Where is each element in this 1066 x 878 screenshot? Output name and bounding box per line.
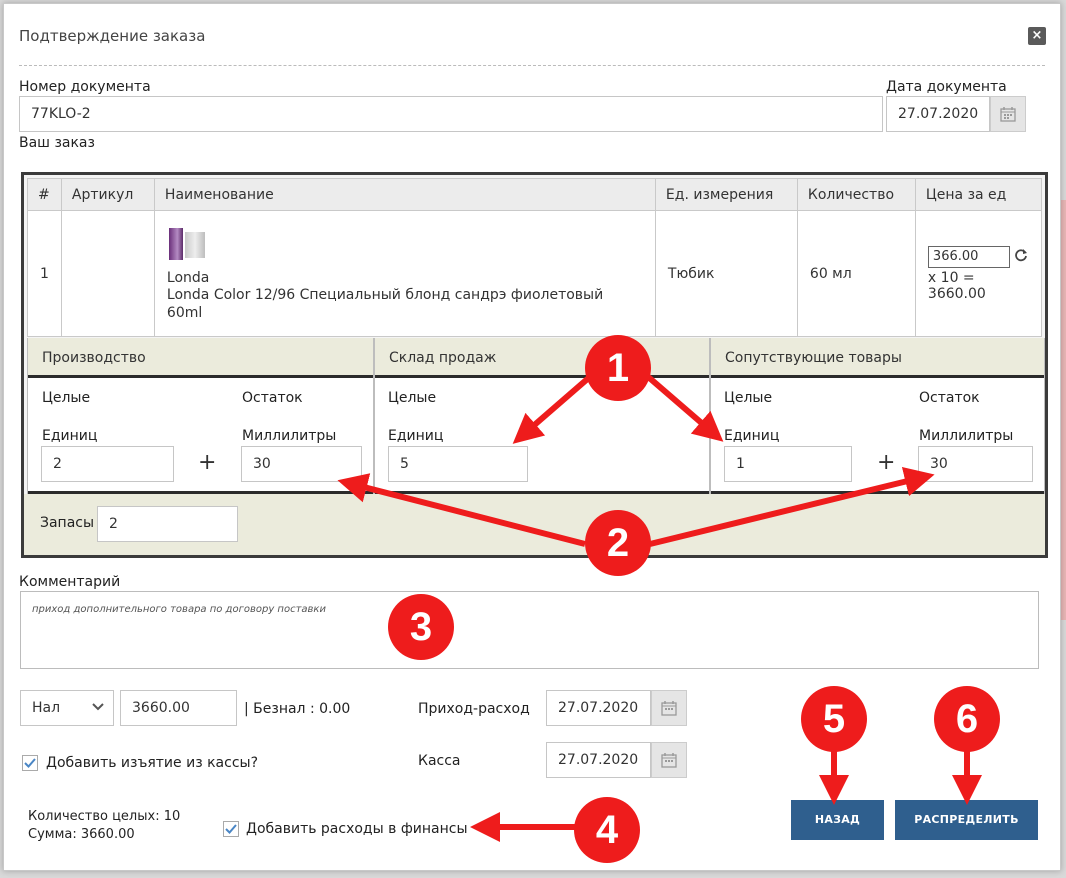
summary-sum: Сумма: 3660.00 (28, 827, 135, 842)
order-box: # Артикул Наименование Ед. измерения Кол… (21, 172, 1048, 558)
checkmark-icon (225, 824, 237, 834)
refresh-icon[interactable] (1014, 247, 1028, 266)
related-rest-label: Остаток (919, 390, 980, 406)
sales-whole-label: Целые (388, 390, 437, 406)
header-quantity: Количество (796, 178, 916, 211)
stock-label: Запасы (40, 515, 95, 531)
sales-units-input[interactable]: 5 (388, 446, 528, 482)
production-rest-label: Остаток (242, 390, 303, 406)
header-name: Наименование (153, 178, 656, 211)
production-units-input[interactable]: 2 (41, 446, 174, 482)
row-quantity: 60 мл (796, 210, 916, 337)
header-article: Артикул (60, 178, 155, 211)
product-image (167, 226, 207, 260)
related-units-label: Единиц (724, 428, 780, 444)
row-unit: Тюбик (654, 210, 798, 337)
production-units-label: Единиц (42, 428, 98, 444)
distribute-button[interactable]: РАСПРЕДЕЛИТЬ (895, 800, 1038, 840)
income-date-input[interactable]: 27.07.2020 (546, 690, 651, 726)
header-unit: Ед. измерения (654, 178, 798, 211)
order-confirmation-dialog: Подтверждение заказа × Номер документа 7… (3, 3, 1061, 871)
production-ml-label: Миллилитры (242, 428, 337, 444)
related-units-input[interactable]: 1 (724, 446, 852, 482)
title-separator (19, 65, 1045, 66)
summary-count: Количество целых: 10 (28, 809, 181, 824)
comment-label: Комментарий (19, 574, 121, 590)
income-label: Приход-расход (418, 701, 530, 717)
row-price-cell: 366.00 x 10 = 3660.00 (914, 210, 1043, 337)
header-price: Цена за ед (914, 178, 1043, 211)
document-number-input[interactable]: 77KLO-2 (19, 96, 883, 132)
related-ml-label: Миллилитры (919, 428, 1014, 444)
sales-section: Склад продаж Целые Единиц 5 (374, 338, 710, 494)
stock-input[interactable]: 2 (97, 506, 238, 542)
annotation-badge-6: 6 (934, 686, 1000, 752)
annotation-badge-2: 2 (585, 510, 651, 576)
back-button[interactable]: НАЗАД (791, 800, 884, 840)
cash-date-input[interactable]: 27.07.2020 (546, 742, 651, 778)
production-title: Производство (28, 338, 373, 378)
order-label: Ваш заказ (19, 135, 95, 151)
cashless-text: | Безнал : 0.00 (244, 701, 351, 717)
sales-units-label: Единиц (388, 428, 444, 444)
payment-amount-input[interactable]: 3660.00 (120, 690, 237, 726)
related-title: Сопутствующие товары (711, 338, 1044, 378)
document-date-label: Дата документа (886, 79, 1007, 95)
cash-label: Касса (418, 753, 461, 769)
annotation-badge-4: 4 (574, 797, 640, 863)
withdraw-checkbox[interactable] (22, 755, 38, 771)
row-name-cell: Londa Londa Color 12/96 Специальный блон… (153, 210, 656, 337)
calendar-icon[interactable] (651, 690, 687, 726)
related-whole-label: Целые (724, 390, 773, 406)
calendar-icon[interactable] (651, 742, 687, 778)
annotation-badge-3: 3 (388, 594, 454, 660)
checkmark-icon (24, 758, 36, 768)
order-table: # Артикул Наименование Ед. измерения Кол… (27, 178, 1043, 337)
related-plus: + (877, 450, 896, 475)
sales-title: Склад продаж (375, 338, 709, 378)
product-name: Londa Color 12/96 Специальный блонд санд… (166, 286, 604, 321)
annotation-badge-1: 1 (585, 335, 651, 401)
close-icon[interactable]: × (1028, 27, 1046, 45)
expenses-label: Добавить расходы в финансы (246, 821, 468, 837)
production-whole-label: Целые (42, 390, 91, 406)
dialog-title: Подтверждение заказа (19, 27, 206, 45)
document-date-input[interactable]: 27.07.2020 (886, 96, 990, 132)
calendar-icon[interactable] (990, 96, 1026, 132)
stock-bar: Запасы 2 (24, 494, 1045, 555)
payment-method-select[interactable]: Нал (20, 690, 114, 726)
comment-textarea[interactable]: приход дополнительного товара по договор… (20, 591, 1039, 669)
row-article (60, 210, 155, 337)
production-ml-input[interactable]: 30 (241, 446, 362, 482)
expenses-checkbox[interactable] (223, 821, 239, 837)
annotation-badge-5: 5 (801, 686, 867, 752)
document-number-label: Номер документа (19, 79, 151, 95)
production-section: Производство Целые Остаток Единиц Миллил… (27, 338, 374, 494)
row-index: 1 (27, 210, 62, 337)
header-index: # (27, 178, 62, 211)
production-plus: + (198, 450, 217, 475)
related-ml-input[interactable]: 30 (918, 446, 1033, 482)
payment-method-value: Нал (32, 700, 61, 716)
chevron-down-icon (92, 703, 104, 711)
related-section: Сопутствующие товары Целые Остаток Едини… (710, 338, 1045, 494)
table-row: 1 Londa Londa Color 12/96 Специальный бл… (27, 210, 1043, 337)
withdraw-label: Добавить изъятие из кассы? (46, 755, 259, 771)
price-total: x 10 = 3660.00 (927, 269, 986, 302)
product-brand: Londa (166, 269, 210, 286)
price-input[interactable]: 366.00 (927, 245, 1010, 268)
